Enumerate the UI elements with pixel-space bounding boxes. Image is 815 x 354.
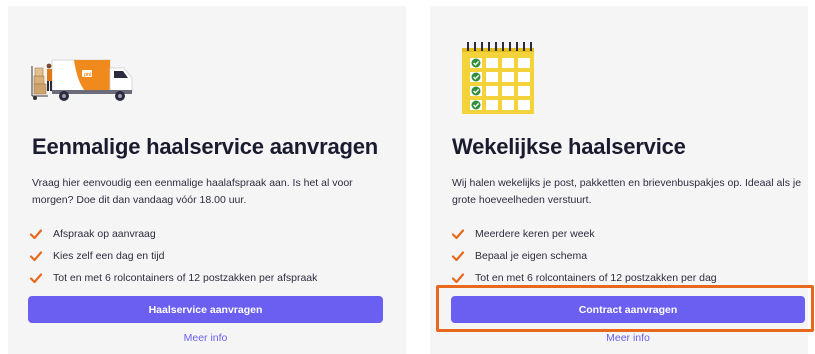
more-info-link[interactable]: Meer info: [451, 332, 805, 344]
more-info-link[interactable]: Meer info: [28, 332, 383, 344]
calendar-icon: [462, 42, 534, 114]
feature-label: Tot en met 6 rolcontainers of 12 postzak…: [53, 272, 318, 284]
checkmark-icon: [30, 229, 42, 239]
list-item: Bepaal je eigen schema: [452, 245, 717, 267]
feature-label: Kies zelf een dag en tijd: [53, 250, 165, 262]
feature-label: Bepaal je eigen schema: [475, 250, 588, 262]
checkmark-icon: [30, 251, 42, 261]
request-contract-button[interactable]: Contract aanvragen: [451, 296, 805, 323]
list-item: Tot en met 6 rolcontainers of 12 postzak…: [30, 267, 317, 289]
feature-list: Afspraak op aanvraag Kies zelf een dag e…: [30, 223, 317, 289]
card-title: Wekelijkse haalservice: [452, 134, 686, 159]
list-item: Meerdere keren per week: [452, 223, 717, 245]
card-description: Wij halen wekelijks je post, pakketten e…: [452, 177, 802, 206]
card-weekly-pickup: Wekelijkse haalservice Wij halen wekelij…: [430, 6, 808, 354]
feature-label: Afspraak op aanvraag: [53, 228, 156, 240]
card-title: Eenmalige haalservice aanvragen: [32, 134, 378, 159]
checkmark-icon: [452, 251, 464, 261]
checkmark-icon: [30, 273, 42, 283]
list-item: Afspraak op aanvraag: [30, 223, 317, 245]
list-item: Kies zelf een dag en tijd: [30, 245, 317, 267]
request-pickup-button[interactable]: Haalservice aanvragen: [28, 296, 383, 323]
checkmark-icon: [452, 229, 464, 239]
delivery-truck-icon: pnl: [31, 59, 133, 101]
feature-list: Meerdere keren per week Bepaal je eigen …: [452, 223, 717, 289]
card-one-time-pickup: pnl Eenmalige haalservice aanvragen Vraa…: [8, 6, 406, 354]
card-description: Vraag hier eenvoudig een eenmalige haala…: [32, 177, 353, 206]
feature-label: Meerdere keren per week: [475, 228, 595, 240]
list-item: Tot en met 6 rolcontainers of 12 postzak…: [452, 267, 717, 289]
svg-text:pnl: pnl: [84, 72, 92, 78]
checkmark-icon: [452, 273, 464, 283]
feature-label: Tot en met 6 rolcontainers of 12 postzak…: [475, 272, 717, 284]
